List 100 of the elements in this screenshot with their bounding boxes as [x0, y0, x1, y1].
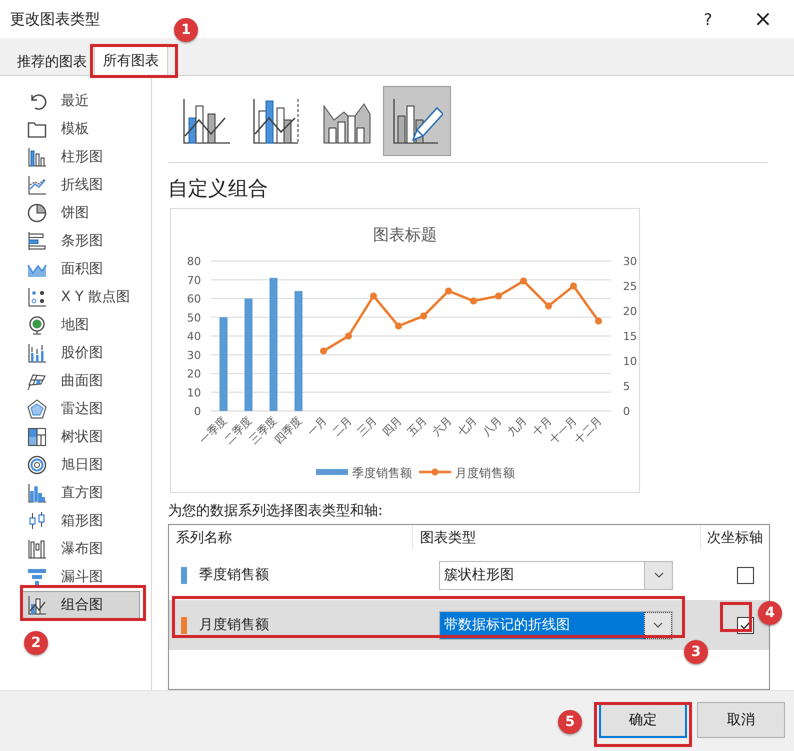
sunburst-icon: [27, 455, 47, 475]
data-point: [495, 292, 502, 300]
tab[interactable]: 所有图表: [94, 45, 168, 76]
chart-type-item[interactable]: 树状图: [20, 423, 140, 451]
chart-subtype-button[interactable]: [383, 86, 451, 156]
globe-icon: [27, 315, 47, 335]
chart-type-item[interactable]: 直方图: [20, 479, 140, 507]
stock-chart-icon: [27, 343, 47, 363]
data-point: [445, 288, 452, 294]
data-point: [395, 322, 402, 330]
chart-type-item[interactable]: 曲面图: [20, 367, 140, 395]
category-label: 八月: [480, 414, 505, 439]
secondary-axis-checkbox[interactable]: [737, 566, 754, 584]
radar-chart-icon: [27, 399, 47, 419]
data-point: [595, 318, 602, 324]
axis-tick-label: 20: [187, 368, 201, 380]
step-number-marker: 4: [758, 601, 782, 625]
help-button[interactable]: ?: [693, 10, 723, 28]
treemap-icon: [27, 427, 47, 447]
line-chart-icon: [27, 175, 47, 195]
chart-type-item[interactable]: 漏斗图: [20, 563, 140, 591]
column-header: 次坐标轴: [706, 528, 764, 548]
axis-tick-label: 20: [623, 305, 637, 318]
window-title: 更改图表类型: [9, 10, 101, 28]
chart-type-item[interactable]: 箱形图: [20, 507, 140, 535]
category-label: 五月: [404, 414, 430, 439]
chevron-down-icon: [653, 622, 663, 628]
dialog-button[interactable]: 取消: [697, 702, 785, 738]
data-point: [570, 282, 577, 290]
chart-type-item[interactable]: 地图: [20, 311, 140, 339]
instruction-text: 为您的数据系列选择图表类型和轴:: [168, 502, 383, 520]
data-point: [470, 298, 477, 304]
pie-chart-icon: [27, 203, 47, 223]
column-header: 图表类型: [413, 526, 701, 550]
axis-tick-label: 80: [187, 255, 201, 268]
data-point: [345, 332, 352, 340]
legend-label: 月度销售额: [455, 466, 515, 480]
series-name: 月度销售额: [199, 616, 269, 634]
column-chart-icon: [27, 147, 47, 167]
chart-type-item[interactable]: 折线图: [20, 171, 140, 199]
dialog-button[interactable]: 确定: [599, 702, 687, 738]
category-label: 七月: [454, 414, 480, 439]
series-name: 季度销售额: [199, 566, 269, 584]
tab[interactable]: 推荐的图表: [10, 48, 94, 76]
chart-type-item[interactable]: 最近: [20, 87, 140, 115]
category-label: 二月: [330, 414, 355, 439]
chart-type-item[interactable]: 饼图: [20, 199, 140, 227]
axis-tick-label: 60: [187, 292, 201, 306]
axis-tick-label: 25: [623, 280, 637, 293]
chart-type-item[interactable]: X Y 散点图: [20, 283, 140, 311]
combo-chart-icon: [27, 595, 47, 615]
axis-tick-label: 10: [623, 355, 637, 368]
axis-tick-label: 30: [623, 255, 637, 268]
chart-type-dropdown[interactable]: 簇状柱形图: [439, 560, 673, 590]
legend-label: 季度销售额: [352, 466, 412, 480]
bar-chart-icon: [27, 231, 47, 251]
chart-type-item[interactable]: 面积图: [20, 255, 140, 283]
axis-tick-label: 10: [187, 386, 201, 400]
data-point: [370, 292, 377, 300]
step-number-marker: 3: [684, 640, 708, 664]
axis-tick-label: 0: [623, 405, 630, 418]
axis-tick-label: 40: [187, 330, 201, 343]
scatter-chart-icon: [27, 287, 47, 307]
chart-type-item[interactable]: 瀑布图: [20, 535, 140, 563]
axis-tick-label: 50: [187, 311, 201, 324]
column-header: 系列名称: [169, 526, 413, 550]
highlight-frame: [720, 602, 752, 632]
step-number-marker: 2: [24, 631, 48, 655]
chart-type-item[interactable]: 组合图: [20, 591, 140, 619]
series-row[interactable]: 季度销售额 簇状柱形图: [169, 550, 769, 600]
category-label: 九月: [504, 414, 530, 439]
chart-type-item[interactable]: 股价图: [20, 339, 140, 367]
chevron-down-icon: [654, 572, 664, 578]
axis-tick-label: 70: [187, 274, 201, 287]
column-line-combo-icon: [181, 96, 233, 146]
pencil-chart-icon: [391, 96, 443, 146]
waterfall-chart-icon: [27, 539, 47, 559]
category-label: 六月: [430, 414, 455, 439]
legend-swatch: [316, 469, 348, 475]
category-label: 一月: [304, 414, 330, 439]
category-label: 三月: [354, 414, 380, 439]
data-point: [545, 302, 552, 310]
close-button[interactable]: ×: [741, 6, 785, 32]
category-label: 四月: [380, 414, 405, 439]
funnel-icon: [27, 567, 47, 587]
axis-tick-label: 30: [187, 348, 201, 362]
box-whisker-icon: [27, 511, 47, 531]
data-point: [520, 278, 527, 284]
axis-tick-label: 15: [623, 330, 637, 343]
chart-type-item[interactable]: 柱形图: [20, 143, 140, 171]
chart-type-item[interactable]: 旭日图: [20, 451, 140, 479]
axis-tick-label: 5: [623, 380, 630, 393]
data-point: [320, 348, 327, 354]
chart-type-item[interactable]: 雷达图: [20, 395, 140, 423]
histogram-icon: [27, 483, 47, 503]
data-point: [420, 312, 427, 320]
chart-type-item[interactable]: 条形图: [20, 227, 140, 255]
chart-title: 图表标题: [373, 225, 437, 244]
chart-type-item[interactable]: 模板: [20, 115, 140, 143]
chart-type-dropdown[interactable]: 带数据标记的折线图: [439, 610, 673, 640]
